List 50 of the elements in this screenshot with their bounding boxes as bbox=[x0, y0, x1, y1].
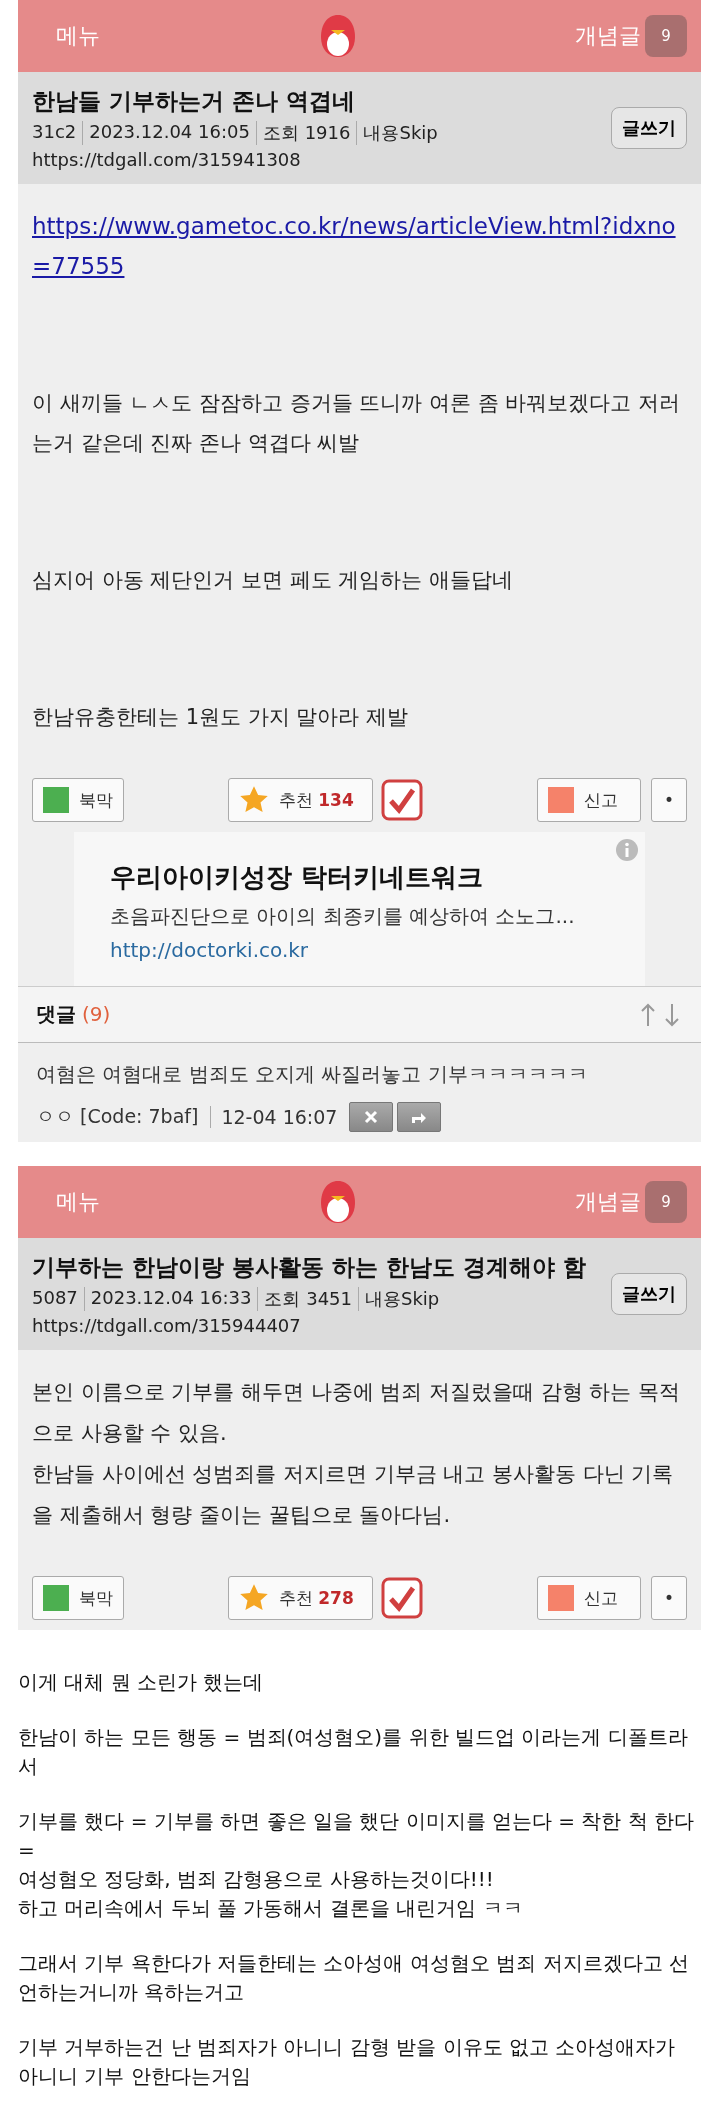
write-button[interactable]: 글쓰기 bbox=[611, 107, 687, 149]
post-title: 기부하는 한남이랑 봉사활동 하는 한남도 경계해야 함 bbox=[32, 1253, 588, 1283]
post-title: 한남들 기부하는거 존나 역겹네 bbox=[32, 87, 357, 116]
post-meta: 31c2 bbox=[32, 121, 78, 144]
more-button[interactable]: • bbox=[650, 778, 687, 823]
post-meta: 내용Skip bbox=[358, 1287, 446, 1312]
post-meta: 조회 3451 bbox=[257, 1287, 358, 1312]
report-button[interactable]: 신고 bbox=[536, 1576, 641, 1620]
recommend-button[interactable]: 추천 278 bbox=[227, 1576, 373, 1620]
bookmark-button[interactable]: 북막 bbox=[32, 1576, 124, 1620]
commentary-paragraph: 기부 거부하는건 난 범죄자가 아니니 감형 받을 이유도 없고 소아성애자가 아니니 기부 안한다는거임 bbox=[18, 2034, 677, 2090]
post-paragraph: 이 새끼들 ㄴㅅ도 잠잠하고 증거들 뜨니까 여론 좀 바꿔보겠다고 저러는거 같은데 진짜 존나 역겹다 씨발 bbox=[32, 389, 682, 458]
post-paragraph: 심지어 아동 제단인거 보면 페도 게임하는 애들답네 bbox=[32, 567, 515, 595]
count-badge: 9 bbox=[645, 15, 687, 57]
checkmark-icon[interactable] bbox=[380, 1577, 423, 1619]
recommend-button[interactable]: 추천 134 bbox=[227, 778, 373, 823]
ad-description: 초음파진단으로 아이의 최종키를 예상하여 소노그... bbox=[110, 903, 576, 931]
post-meta: 5087 bbox=[32, 1287, 79, 1311]
article-link[interactable]: https://www.gametoc.co.kr/news/articleView.html?idxno=77555 bbox=[32, 206, 687, 287]
post-meta: 2023.12.04 16:05 bbox=[82, 121, 256, 145]
checkmark-icon[interactable] bbox=[380, 779, 423, 822]
commentary-paragraph: 한남이 하는 모든 행동 = 범죄(여성혐오)를 위한 빌드업 이라는게 디폴트라서 bbox=[18, 1724, 689, 1780]
post-paragraph: 한남유충한테는 1원도 가지 말아라 제발 bbox=[32, 704, 410, 732]
comment-text: 여혐은 여혐대로 범죄도 오지게 싸질러놓고 기부ㅋㅋㅋㅋㅋㅋ bbox=[36, 1061, 589, 1089]
write-button[interactable]: 글쓰기 bbox=[611, 1273, 687, 1316]
ad-link[interactable]: http://doctorki.co.kr bbox=[110, 938, 609, 963]
ad-title: 우리아이키성장 탁터키네트워크 bbox=[110, 861, 485, 895]
bookmark-button[interactable]: 북막 bbox=[32, 778, 124, 823]
post-url: https://tdgall.com/315944407 bbox=[32, 1315, 302, 1337]
post-meta: 조회 1916 bbox=[255, 121, 357, 145]
down-arrow-icon[interactable] bbox=[663, 1001, 681, 1028]
star-icon bbox=[238, 1583, 269, 1613]
more-button[interactable]: • bbox=[650, 1576, 687, 1620]
comments-count: (9) bbox=[82, 1002, 111, 1027]
up-arrow-icon[interactable] bbox=[639, 1001, 657, 1028]
comment-author: ㅇㅇ [Code: 7baf] bbox=[36, 1104, 199, 1130]
post-url: https://tdgall.com/315941308 bbox=[32, 149, 302, 170]
post-meta: 내용Skip bbox=[356, 121, 444, 145]
post-paragraph: 본인 이름으로 기부를 해두면 나중에 범죄 저질렀을때 감형 하는 목적으로 사용할 수 있음. 한남들 사이에선 성범죄를 저지르면 기부금 내고 봉사활동 다닌 기록을 제출해서 형량 줄이는 꿀팁으로 돌아다님. bbox=[32, 1379, 682, 1530]
reply-button[interactable] bbox=[397, 1102, 442, 1133]
close-icon bbox=[363, 1109, 380, 1126]
post-meta: 2023.12.04 16:33 bbox=[83, 1287, 258, 1312]
commentary-paragraph: 이게 대체 뭔 소린가 했는데 bbox=[18, 1669, 265, 1696]
report-button[interactable]: 신고 bbox=[536, 778, 641, 823]
commentary-paragraph: 기부를 했다 = 기부를 하면 좋은 일을 했단 이미지를 얻는다 = 착한 척 한다 = 여성혐오 정당화, 범죄 감형용으로 사용하는것이다!!! 하고 머리속에서 두뇌 풀 가동해서 결론을 내린거임 ㅋㅋ bbox=[18, 1808, 696, 1922]
count-badge: 9 bbox=[645, 1181, 687, 1224]
commentary-paragraph: 그래서 기부 욕한다가 저들한테는 소아성애 여성혐오 범죄 저지르겠다고 선언하는거니까 욕하는거고 bbox=[18, 1950, 690, 2006]
comments-label: 댓글 bbox=[36, 1002, 76, 1027]
comment-time: 12-04 16:07 bbox=[210, 1106, 338, 1129]
delete-button[interactable] bbox=[349, 1102, 394, 1133]
